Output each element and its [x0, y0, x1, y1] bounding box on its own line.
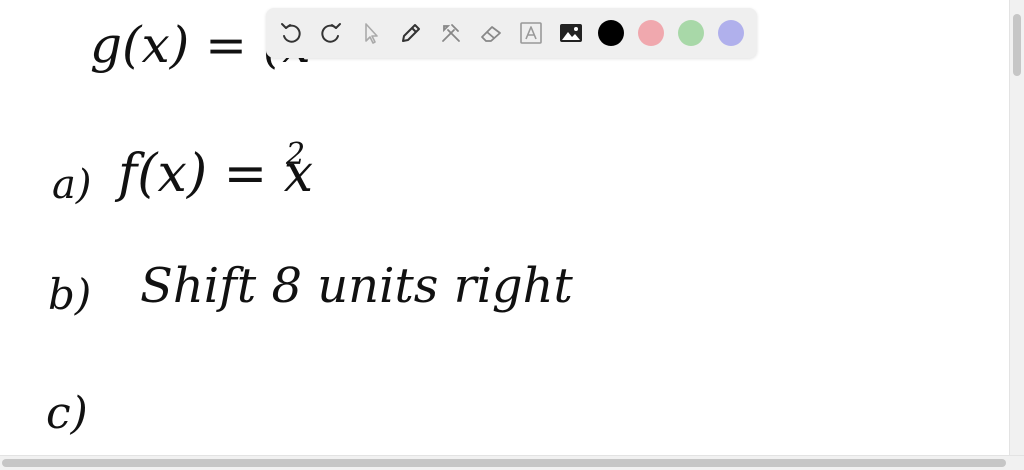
- color-swatch-pink[interactable]: [638, 20, 664, 46]
- equation-f: f(x) = x: [118, 144, 314, 204]
- drawing-toolbar: [266, 8, 757, 58]
- text-icon: [520, 22, 542, 44]
- color-swatch-black[interactable]: [598, 20, 624, 46]
- horizontal-scrollbar[interactable]: [0, 455, 1024, 470]
- eraser-icon: [481, 26, 501, 42]
- pen-icon: [402, 24, 420, 42]
- eraser-button[interactable]: [477, 19, 505, 47]
- pen-button[interactable]: [397, 19, 425, 47]
- shift-instruction: Shift 8 units right: [140, 258, 573, 314]
- redo-button[interactable]: [317, 19, 345, 47]
- tools-icon: [442, 24, 460, 42]
- undo-icon: [281, 23, 301, 43]
- image-button[interactable]: [557, 19, 585, 47]
- color-swatch-green[interactable]: [678, 20, 704, 46]
- tools-button[interactable]: [437, 19, 465, 47]
- pointer-button[interactable]: [357, 19, 385, 47]
- image-icon: [560, 24, 582, 42]
- pointer-icon: [365, 23, 378, 44]
- whiteboard-canvas[interactable]: g(x) = (x a) f(x) = x 2 b) Shift 8 units…: [0, 0, 1024, 470]
- text-button[interactable]: [517, 19, 545, 47]
- label-a: a): [52, 162, 92, 208]
- redo-icon: [321, 23, 341, 43]
- vertical-scroll-thumb[interactable]: [1013, 14, 1021, 76]
- exponent: 2: [286, 137, 306, 172]
- horizontal-scroll-thumb[interactable]: [2, 459, 1006, 467]
- undo-button[interactable]: [277, 19, 305, 47]
- color-swatch-purple[interactable]: [718, 20, 744, 46]
- vertical-scrollbar[interactable]: [1009, 0, 1024, 456]
- label-b: b): [48, 270, 92, 319]
- label-c: c): [46, 388, 88, 439]
